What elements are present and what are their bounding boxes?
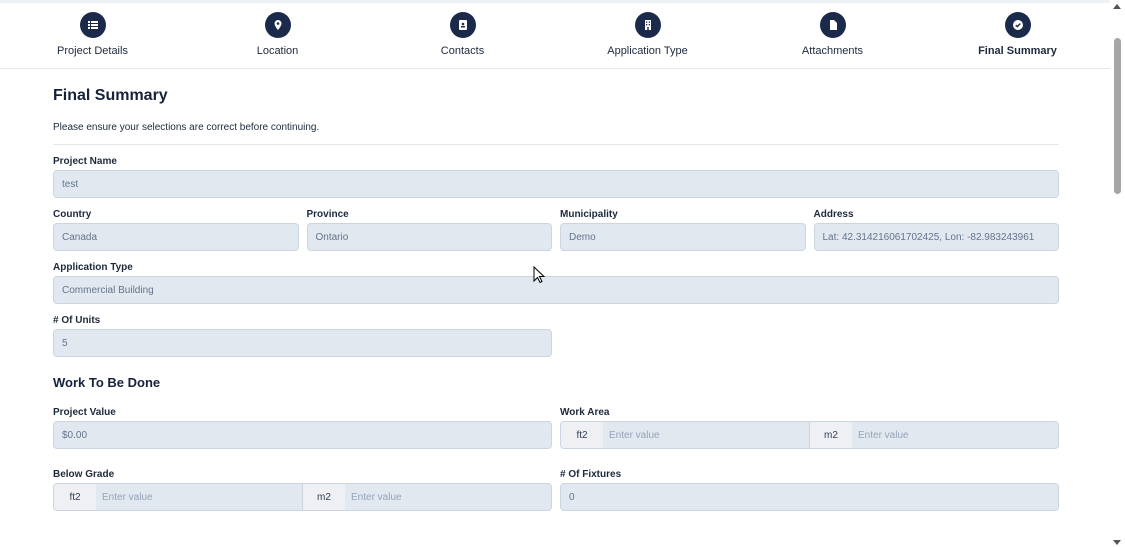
below-grade-ft2-input[interactable]: Enter value — [96, 484, 303, 510]
field-label: Municipality — [560, 209, 618, 220]
contact-book-icon — [449, 12, 476, 38]
field-label: # Of Fixtures — [560, 469, 622, 480]
step-application-type[interactable]: Application Type — [555, 3, 740, 68]
page-title: Final Summary — [53, 87, 168, 104]
field-label: Work Area — [560, 407, 610, 418]
summary-form: Final Summary Please ensure your selecti… — [53, 69, 1059, 511]
unit-addon: ft2 — [54, 484, 96, 510]
country-input[interactable]: Canada — [53, 223, 299, 251]
field-label: Province — [306, 209, 349, 220]
application-type-input[interactable]: Commercial Building — [53, 276, 1059, 304]
work-area-m2-input[interactable]: Enter value — [852, 422, 1058, 448]
field-label: Project Value — [53, 407, 116, 418]
scrollbar[interactable] — [1110, 0, 1125, 547]
scrollbar-thumb[interactable] — [1114, 38, 1121, 194]
project-name-field: Project Name test — [53, 156, 1059, 198]
step-contacts[interactable]: Contacts — [370, 3, 555, 68]
scroll-up-icon[interactable] — [1113, 4, 1121, 9]
stepper: Project Details Location Contacts Applic… — [0, 3, 1110, 69]
check-circle-icon — [1004, 12, 1031, 38]
unit-addon: m2 — [810, 422, 852, 448]
scroll-down-icon[interactable] — [1113, 540, 1121, 545]
unit-addon: m2 — [303, 484, 345, 510]
below-grade-group: ft2 Enter value m2 Enter value — [53, 483, 552, 511]
step-label: Location — [256, 45, 299, 57]
below-grade-m2-input[interactable]: Enter value — [345, 484, 551, 510]
step-label: Contacts — [440, 45, 485, 57]
map-pin-icon — [264, 12, 291, 38]
work-area-group: ft2 Enter value m2 Enter value — [560, 421, 1059, 449]
municipality-input[interactable]: Demo — [560, 223, 806, 251]
divider — [53, 144, 1059, 145]
step-label: Project Details — [57, 45, 128, 57]
field-label: Application Type — [53, 262, 133, 273]
mouse-cursor-icon — [533, 266, 545, 284]
field-label: Address — [813, 209, 854, 220]
list-icon — [79, 12, 106, 38]
fixtures-input[interactable]: 0 — [560, 483, 1059, 511]
province-input[interactable]: Ontario — [306, 223, 552, 251]
unit-addon: ft2 — [561, 422, 603, 448]
file-icon — [819, 12, 846, 38]
field-label: # Of Units — [53, 315, 101, 326]
step-label: Final Summary — [978, 45, 1057, 57]
project-value-input[interactable]: $0.00 — [53, 421, 552, 449]
project-name-input[interactable]: test — [53, 170, 1059, 198]
step-final-summary[interactable]: Final Summary — [925, 3, 1110, 68]
field-label: Below Grade — [53, 469, 115, 480]
building-icon — [634, 12, 661, 38]
page-subtitle: Please ensure your selections are correc… — [53, 122, 320, 133]
field-label: Country — [53, 209, 92, 220]
section-heading: Work To Be Done — [53, 375, 161, 390]
step-project-details[interactable]: Project Details — [0, 3, 185, 68]
step-label: Attachments — [801, 45, 864, 57]
units-input[interactable]: 5 — [53, 329, 552, 357]
address-input[interactable]: Lat: 42.314216061702425, Lon: -82.983243… — [813, 223, 1059, 251]
field-label: Project Name — [53, 156, 117, 167]
work-area-ft2-input[interactable]: Enter value — [603, 422, 810, 448]
step-location[interactable]: Location — [185, 3, 370, 68]
step-attachments[interactable]: Attachments — [740, 3, 925, 68]
step-label: Application Type — [607, 45, 688, 57]
